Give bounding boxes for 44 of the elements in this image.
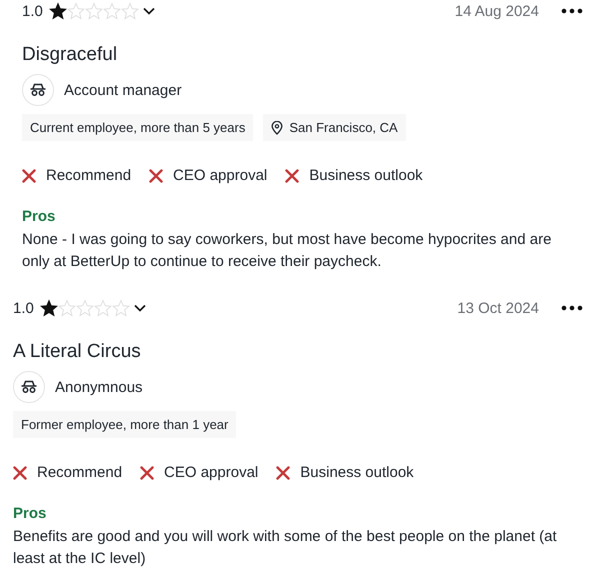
location-tag: San Francisco, CA — [263, 114, 406, 141]
rating-value: 1.0 — [13, 300, 34, 316]
star-icon — [58, 299, 76, 317]
star-icon — [40, 299, 58, 317]
star-icon — [120, 2, 139, 20]
review-date: 14 Aug 2024 — [454, 2, 539, 20]
review-title: A Literal Circus — [13, 341, 142, 363]
star-icon — [112, 299, 130, 317]
more-button[interactable] — [561, 305, 583, 311]
author-title: Anonymnous — [55, 378, 143, 396]
rating-value: 1.0 — [22, 2, 43, 20]
pros-text: Benefits are good and you will work with some of the best people on the planet (at least at the IC level) — [13, 527, 558, 569]
star-icon — [48, 2, 67, 20]
verdict-label: CEO approval — [140, 464, 258, 481]
pros-text: None - I was going to say coworkers, but most have become hypocrites and are only at BetterUp to continue to receive their paycheck. — [22, 230, 552, 272]
location-pin-icon — [271, 120, 284, 134]
star-icon — [66, 2, 85, 20]
cross-icon — [149, 168, 164, 182]
employment-tag: Former employee, more than 1 year — [13, 411, 236, 438]
pros-heading: Pros — [22, 208, 56, 225]
verdict-label: Recommend — [13, 464, 122, 481]
star-icon — [94, 299, 112, 317]
more-icon — [561, 8, 583, 14]
verdict-label: Recommend — [22, 167, 132, 184]
verdict-label: Business outlook — [276, 464, 414, 481]
star-icon — [76, 299, 94, 317]
cross-icon — [13, 466, 27, 480]
review-title: Disgraceful — [22, 44, 118, 66]
anonymous-avatar-icon — [13, 371, 45, 403]
more-button[interactable] — [561, 8, 583, 14]
author-title: Account manager — [64, 82, 182, 98]
pros-heading: Pros — [13, 505, 48, 522]
verdict-label: CEO approval — [149, 167, 268, 184]
anonymous-avatar-icon — [22, 74, 54, 106]
cross-icon — [140, 466, 154, 480]
cross-icon — [22, 168, 36, 182]
star-icon — [84, 2, 103, 20]
cross-icon — [276, 466, 290, 480]
employment-tag: Current employee, more than 5 years — [22, 114, 254, 141]
verdict-label: Business outlook — [285, 167, 423, 184]
cross-icon — [285, 168, 300, 182]
more-icon — [561, 305, 583, 311]
star-icon — [102, 2, 121, 20]
review-date: 13 Oct 2024 — [457, 300, 539, 316]
